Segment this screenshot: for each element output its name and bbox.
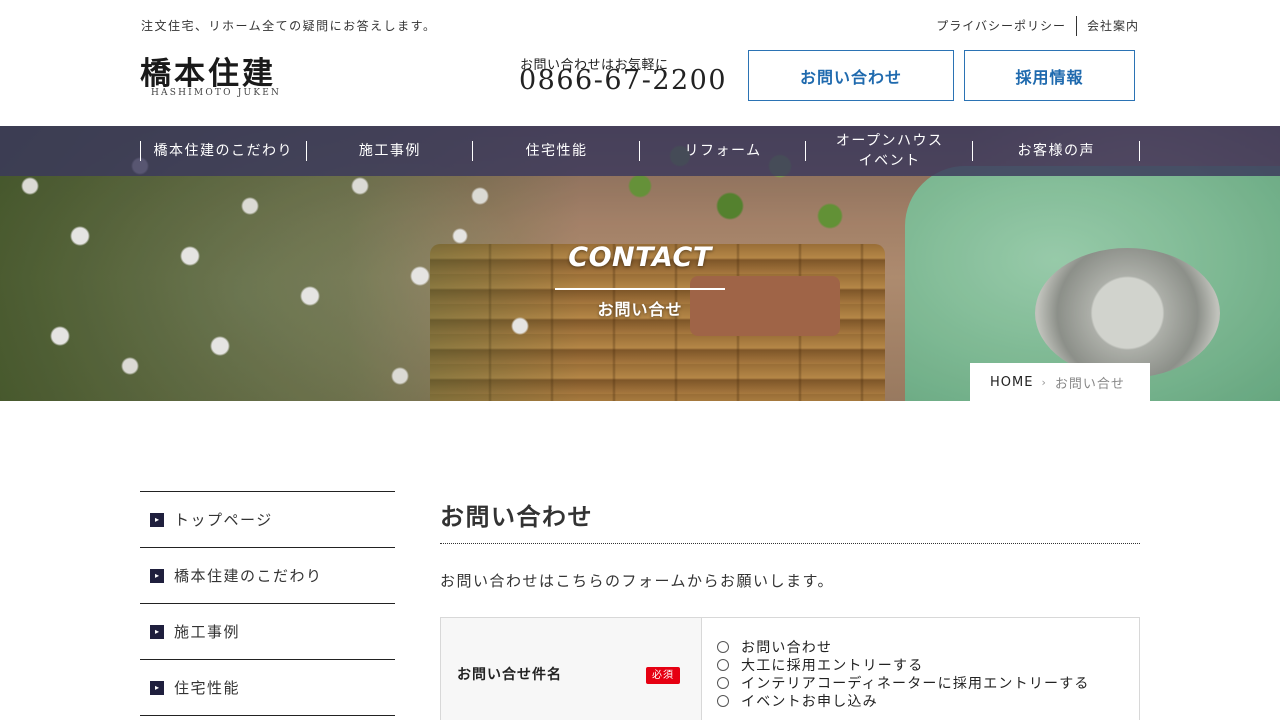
- nav-openhouse-line2: イベント: [858, 153, 921, 169]
- form-field-options: お問い合わせ 大工に採用エントリーする インテリアコーディネーターに採用エントリ…: [702, 618, 1139, 720]
- nav-item-performance[interactable]: 住宅性能: [473, 126, 640, 176]
- recruit-button[interactable]: 採用情報: [964, 50, 1135, 101]
- sidebar-item-label: 施工事例: [174, 623, 241, 641]
- radio-button[interactable]: [717, 659, 729, 671]
- site-logo-subtitle: HASHIMOTO JUKEN: [151, 88, 282, 98]
- global-nav: 橋本住建のこだわり 施工事例 住宅性能 リフォーム オープンハウス イベント お客…: [0, 126, 1280, 176]
- chevron-square-icon: ▸: [150, 512, 164, 527]
- phone-number[interactable]: 0866-67-2200: [519, 65, 727, 96]
- contact-button[interactable]: お問い合わせ: [748, 50, 954, 101]
- sidebar-item-label: 住宅性能: [174, 679, 241, 697]
- site-logo[interactable]: 橋本住建: [140, 48, 276, 93]
- radio-label: 大工に採用エントリーする: [741, 658, 924, 674]
- page-title: お問い合わせ: [440, 491, 1140, 544]
- hero-title-underline: [555, 288, 725, 290]
- main-content: お問い合わせ お問い合わせはこちらのフォームからお願いします。 お問い合せ件名 …: [440, 491, 1140, 720]
- site-tagline: 注文住宅、リホーム全ての疑問にお答えします。: [141, 19, 437, 33]
- sidebar-item-label: 橋本住建のこだわり: [174, 567, 323, 585]
- sidebar-item-top[interactable]: ▸ トップページ: [140, 492, 395, 548]
- chevron-right-icon: ›: [1041, 375, 1047, 389]
- nav-item-reform[interactable]: リフォーム: [640, 126, 807, 176]
- radio-button[interactable]: [717, 677, 729, 689]
- required-badge: 必須: [646, 667, 680, 684]
- chevron-square-icon: ▸: [150, 680, 164, 695]
- intro-text: お問い合わせはこちらのフォームからお願いします。: [440, 572, 835, 590]
- contact-form-table: お問い合せ件名 必須 お問い合わせ 大工に採用エントリーする インテリアコーディ…: [440, 617, 1140, 720]
- breadcrumb: HOME › お問い合せ: [970, 363, 1150, 401]
- nav-item-kodawari[interactable]: 橋本住建のこだわり: [140, 126, 307, 176]
- site-header: 注文住宅、リホーム全ての疑問にお答えします。 橋本住建 HASHIMOTO JU…: [0, 0, 1280, 126]
- nav-item-voices[interactable]: お客様の声: [973, 126, 1140, 176]
- form-field-label: お問い合せ件名: [457, 667, 562, 683]
- nav-item-openhouse-label: オープンハウス イベント: [836, 131, 944, 171]
- radio-label: イベントお申し込み: [741, 694, 878, 710]
- radio-label: インテリアコーディネーターに採用エントリーする: [741, 676, 1090, 692]
- radio-option-inquiry[interactable]: お問い合わせ: [717, 638, 1139, 656]
- breadcrumb-current: お問い合せ: [1054, 376, 1125, 392]
- hero-subtitle: お問い合せ: [597, 300, 683, 319]
- radio-button[interactable]: [717, 695, 729, 707]
- radio-option-event-application[interactable]: イベントお申し込み: [717, 692, 1139, 710]
- sidebar-item-kodawari[interactable]: ▸ 橋本住建のこだわり: [140, 548, 395, 604]
- breadcrumb-home-link[interactable]: HOME: [990, 375, 1033, 390]
- sidebar-item-performance[interactable]: ▸ 住宅性能: [140, 660, 395, 716]
- sidebar-item-works[interactable]: ▸ 施工事例: [140, 604, 395, 660]
- radio-option-interior-coordinator-entry[interactable]: インテリアコーディネーターに採用エントリーする: [717, 674, 1139, 692]
- nav-item-openhouse-event[interactable]: オープンハウス イベント: [806, 126, 973, 176]
- radio-button[interactable]: [717, 641, 729, 653]
- utility-links: プライバシーポリシー 会社案内: [926, 15, 1139, 36]
- sidebar-item-label: トップページ: [174, 511, 273, 529]
- form-field-header: お問い合せ件名 必須: [441, 618, 702, 720]
- sidebar-menu: ▸ トップページ ▸ 橋本住建のこだわり ▸ 施工事例 ▸ 住宅性能: [140, 491, 395, 716]
- chevron-square-icon: ▸: [150, 568, 164, 583]
- nav-item-works[interactable]: 施工事例: [307, 126, 474, 176]
- nav-openhouse-line1: オープンハウス: [835, 133, 944, 149]
- radio-label: お問い合わせ: [741, 640, 833, 656]
- chevron-square-icon: ▸: [150, 624, 164, 639]
- privacy-policy-link[interactable]: プライバシーポリシー: [926, 15, 1076, 36]
- radio-option-carpenter-entry[interactable]: 大工に採用エントリーする: [717, 656, 1139, 674]
- hero-title: CONTACT: [568, 242, 712, 273]
- company-info-link[interactable]: 会社案内: [1077, 15, 1139, 36]
